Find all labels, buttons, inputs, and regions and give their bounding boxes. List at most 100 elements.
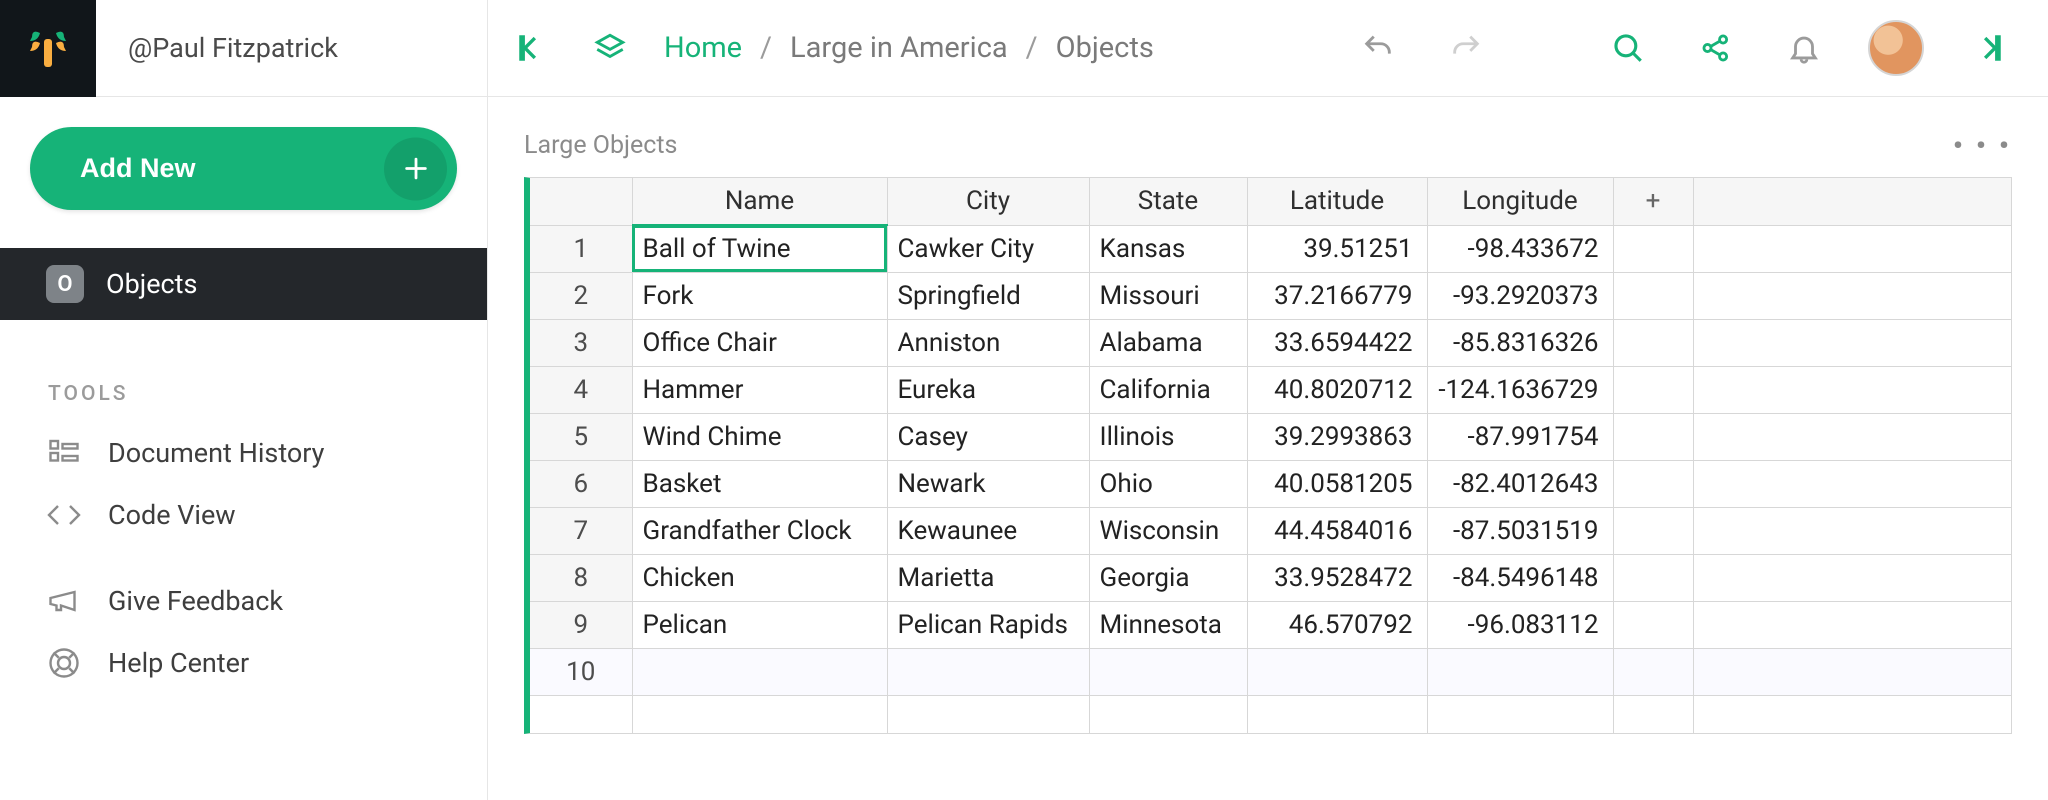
cell-longitude[interactable]: -124.1636729 (1427, 366, 1613, 413)
row-number[interactable]: 2 (530, 272, 632, 319)
breadcrumb-doc[interactable]: Large in America (790, 31, 1008, 65)
cell-state[interactable] (1089, 648, 1247, 695)
cell-empty[interactable] (1613, 601, 1693, 648)
add-new-button[interactable]: Add New (30, 127, 457, 210)
col-header-longitude[interactable]: Longitude (1427, 178, 1613, 225)
cell-latitude[interactable]: 33.6594422 (1247, 319, 1427, 366)
cell-empty[interactable] (1693, 460, 2011, 507)
cell-empty[interactable] (1613, 648, 1693, 695)
sidebar-item-objects[interactable]: O Objects (0, 248, 487, 320)
cell-city[interactable]: Pelican Rapids (887, 601, 1089, 648)
cell-empty[interactable] (1693, 507, 2011, 554)
breadcrumb-page[interactable]: Objects (1056, 31, 1154, 65)
new-row[interactable]: 10 (530, 648, 2011, 695)
cell-empty[interactable] (1693, 413, 2011, 460)
cell-empty[interactable] (1613, 460, 1693, 507)
cell-city[interactable]: Springfield (887, 272, 1089, 319)
cell-city[interactable]: Newark (887, 460, 1089, 507)
tool-document-history[interactable]: Document History (0, 422, 487, 484)
row-number[interactable]: 8 (530, 554, 632, 601)
row-number[interactable]: 7 (530, 507, 632, 554)
row-number[interactable]: 6 (530, 460, 632, 507)
cell-empty[interactable] (1693, 601, 2011, 648)
cell-longitude[interactable]: -87.991754 (1427, 413, 1613, 460)
row-number[interactable]: 1 (530, 225, 632, 272)
cell-state[interactable]: Ohio (1089, 460, 1247, 507)
cell-longitude[interactable]: -82.4012643 (1427, 460, 1613, 507)
cell-empty[interactable] (1693, 225, 2011, 272)
cell-city[interactable]: Kewaunee (887, 507, 1089, 554)
section-title[interactable]: Large Objects (524, 131, 677, 160)
cell-city[interactable]: Cawker City (887, 225, 1089, 272)
cell-longitude[interactable] (1427, 648, 1613, 695)
cell-state[interactable]: Georgia (1089, 554, 1247, 601)
row-number[interactable]: 5 (530, 413, 632, 460)
notifications-button[interactable] (1780, 24, 1828, 72)
cell-longitude[interactable]: -98.433672 (1427, 225, 1613, 272)
cell-empty[interactable] (1693, 319, 2011, 366)
col-header-name[interactable]: Name (632, 178, 887, 225)
cell-latitude[interactable]: 39.2993863 (1247, 413, 1427, 460)
cell-name[interactable]: Fork (632, 272, 887, 319)
cell-name[interactable]: Chicken (632, 554, 887, 601)
cell-longitude[interactable]: -93.2920373 (1427, 272, 1613, 319)
cell-latitude[interactable]: 44.4584016 (1247, 507, 1427, 554)
row-number[interactable]: 3 (530, 319, 632, 366)
cell-name[interactable]: Basket (632, 460, 887, 507)
row-number[interactable]: 10 (530, 648, 632, 695)
pages-icon-button[interactable] (586, 24, 634, 72)
avatar[interactable] (1868, 20, 1924, 76)
cell-state[interactable]: Minnesota (1089, 601, 1247, 648)
tool-help-center[interactable]: Help Center (0, 632, 487, 694)
cell-empty[interactable] (1613, 413, 1693, 460)
cell-longitude[interactable]: -84.5496148 (1427, 554, 1613, 601)
app-logo[interactable] (0, 0, 96, 97)
expand-right-panel-button[interactable] (1964, 24, 2012, 72)
collapse-sidebar-button[interactable] (508, 24, 556, 72)
cell-empty[interactable] (1613, 554, 1693, 601)
cell-latitude[interactable]: 37.2166779 (1247, 272, 1427, 319)
cell-longitude[interactable]: -87.5031519 (1427, 507, 1613, 554)
cell-empty[interactable] (1613, 272, 1693, 319)
col-header-state[interactable]: State (1089, 178, 1247, 225)
cell-name[interactable] (632, 648, 887, 695)
cell-state[interactable]: Missouri (1089, 272, 1247, 319)
username[interactable]: @Paul Fitzpatrick (96, 0, 487, 96)
cell-state[interactable]: Alabama (1089, 319, 1247, 366)
cell-empty[interactable] (1613, 507, 1693, 554)
cell-empty[interactable] (1693, 648, 2011, 695)
cell-state[interactable]: Kansas (1089, 225, 1247, 272)
cell-longitude[interactable]: -96.083112 (1427, 601, 1613, 648)
cell-state[interactable]: California (1089, 366, 1247, 413)
cell-city[interactable]: Eureka (887, 366, 1089, 413)
cell-city[interactable] (887, 648, 1089, 695)
cell-city[interactable]: Marietta (887, 554, 1089, 601)
row-number[interactable]: 9 (530, 601, 632, 648)
cell-name[interactable]: Grandfather Clock (632, 507, 887, 554)
cell-name[interactable]: Ball of Twine (632, 225, 887, 272)
redo-button[interactable] (1442, 24, 1490, 72)
tool-code-view[interactable]: Code View (0, 484, 487, 546)
cell-name[interactable]: Hammer (632, 366, 887, 413)
cell-name[interactable]: Pelican (632, 601, 887, 648)
row-number-header[interactable] (530, 178, 632, 225)
cell-latitude[interactable]: 40.8020712 (1247, 366, 1427, 413)
cell-latitude[interactable]: 46.570792 (1247, 601, 1427, 648)
search-button[interactable] (1604, 24, 1652, 72)
cell-state[interactable]: Illinois (1089, 413, 1247, 460)
cell-empty[interactable] (1613, 319, 1693, 366)
col-header-latitude[interactable]: Latitude (1247, 178, 1427, 225)
share-button[interactable] (1692, 24, 1740, 72)
cell-latitude[interactable]: 40.0581205 (1247, 460, 1427, 507)
section-menu-button[interactable]: • • • (1953, 129, 2012, 162)
undo-button[interactable] (1354, 24, 1402, 72)
cell-empty[interactable] (1613, 225, 1693, 272)
cell-latitude[interactable] (1247, 648, 1427, 695)
cell-empty[interactable] (1693, 272, 2011, 319)
cell-empty[interactable] (1613, 366, 1693, 413)
cell-latitude[interactable]: 39.51251 (1247, 225, 1427, 272)
cell-latitude[interactable]: 33.9528472 (1247, 554, 1427, 601)
cell-longitude[interactable]: -85.8316326 (1427, 319, 1613, 366)
cell-empty[interactable] (1693, 366, 2011, 413)
cell-name[interactable]: Office Chair (632, 319, 887, 366)
